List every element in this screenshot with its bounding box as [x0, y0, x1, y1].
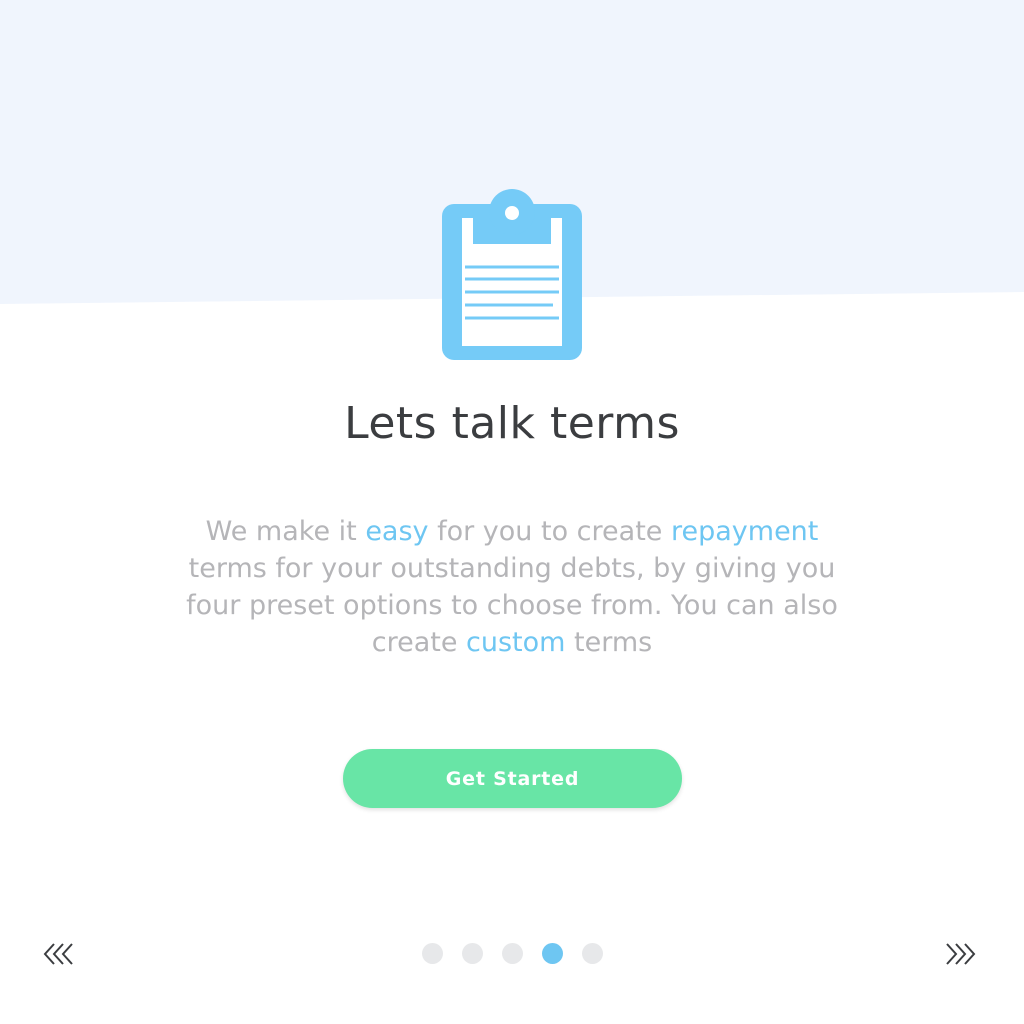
highlighted-word: easy [365, 516, 429, 547]
description-segment: We make it [205, 516, 366, 547]
description-segment: for you to create [428, 516, 671, 547]
onboarding-screen: Lets talk terms We make it easy for you … [0, 0, 1024, 1024]
pagination-dot[interactable] [502, 943, 523, 964]
highlighted-word: custom [466, 627, 566, 658]
description-segment: terms [565, 627, 653, 658]
double-chevron-right-icon [946, 943, 976, 965]
next-button[interactable] [940, 936, 984, 972]
page-title: Lets talk terms [344, 398, 680, 449]
get-started-button[interactable]: Get Started [343, 749, 682, 808]
pagination-dots [420, 943, 620, 965]
top-background-band [0, 0, 1024, 304]
description-text: We make it easy for you to create repaym… [172, 513, 852, 661]
clipboard-icon [432, 180, 592, 370]
pagination-dot[interactable] [582, 943, 603, 964]
pagination-dot[interactable] [462, 943, 483, 964]
double-chevron-left-icon [43, 943, 73, 965]
pagination-dot-active[interactable] [542, 943, 563, 964]
previous-button[interactable] [40, 936, 84, 972]
pagination-dot[interactable] [422, 943, 443, 964]
highlighted-word: repayment [670, 516, 819, 547]
